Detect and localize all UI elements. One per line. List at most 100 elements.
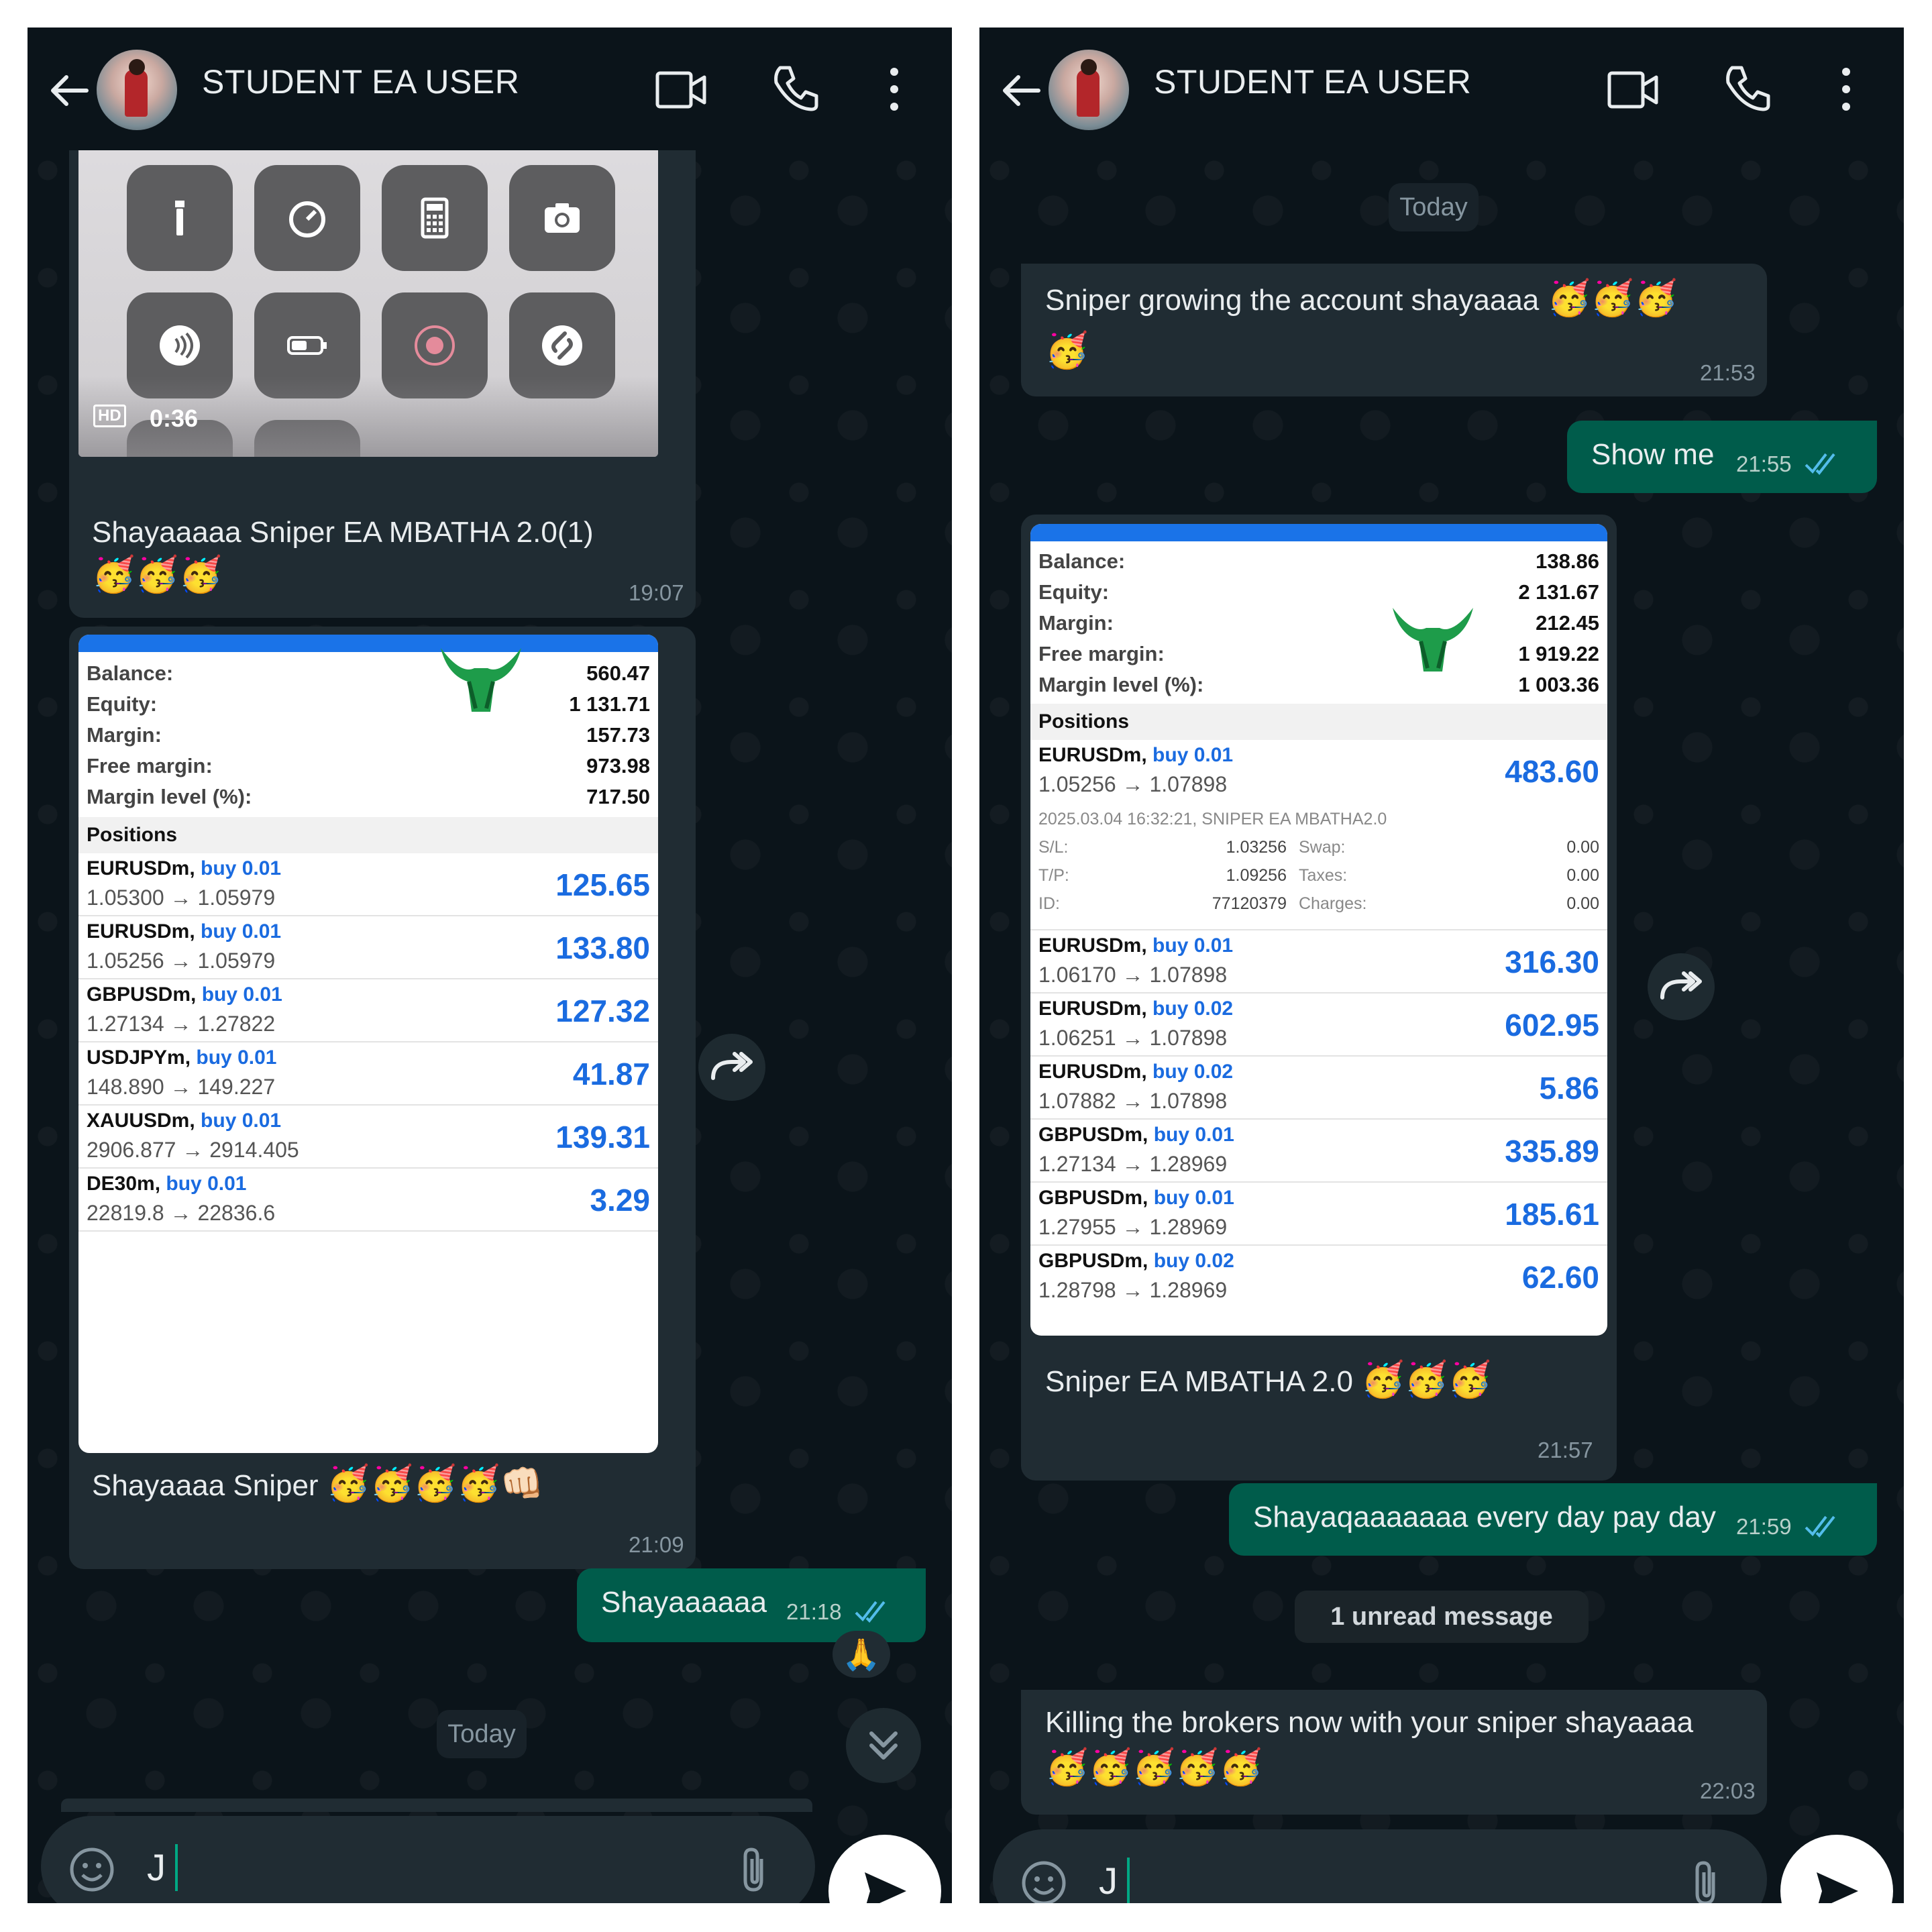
image-message[interactable]: Balance: 138.86 Equity: 2 131.67 Margin:… [1021,515,1617,1481]
avatar[interactable] [1049,50,1129,130]
date-chip: Today [1389,183,1479,231]
position-row-expanded: EURUSDm, buy 0.01 1.05256 → 1.07898 483.… [1030,740,1607,930]
more-options-icon[interactable] [1838,62,1854,116]
balance-value: 138.86 [1536,549,1599,573]
back-arrow-icon[interactable] [46,68,92,113]
position-open-info: 2025.03.04 16:32:21, SNIPER EA MBATHA2.0 [1038,810,1387,828]
position-profit: 335.89 [1505,1134,1599,1169]
message-input[interactable]: J [1099,1859,1118,1902]
message-text: Shayaqaaaaaaa every day pay day [1253,1501,1716,1534]
chat-header: STUDENT EA USER [979,28,1904,150]
position-profit: 41.87 [572,1057,650,1091]
position-row: GBPUSDm, buy 0.01 1.27134 → 1.27822 127.… [78,979,658,1042]
voice-call-icon[interactable] [769,62,822,115]
position-symbol: DE30m, [87,1173,161,1195]
incoming-message[interactable]: Killing the brokers now with your sniper… [1021,1690,1767,1815]
position-profit: 316.30 [1505,945,1599,979]
position-row: GBPUSDm, buy 0.01 1.27134 → 1.28969 335.… [1030,1120,1607,1183]
position-symbol: EURUSDm, [1038,744,1147,766]
message-emojis: 🥳🥳🥳🥳👊🏻 [326,1464,544,1503]
position-symbol: GBPUSDm, [1038,1124,1148,1146]
position-prices: 2906.877 → 2914.405 [87,1138,299,1162]
forward-icon [711,1052,753,1080]
position-prices: 1.27134 → 1.27822 [87,1012,276,1036]
position-row: EURUSDm, buy 0.01 1.06170 → 1.07898 316.… [1030,930,1607,994]
position-prices: 148.890 → 149.227 [87,1075,276,1099]
positions-header: Positions [78,817,658,853]
taxes-label: Taxes: [1299,866,1348,885]
avatar[interactable] [97,50,177,130]
more-options-icon[interactable] [886,62,902,116]
contact-name[interactable]: STUDENT EA USER [202,62,519,101]
position-side: buy 0.01 [201,920,282,943]
message-emojis: 🥳🥳🥳 [1547,279,1678,318]
sticker-icon[interactable] [1020,1859,1068,1903]
message-emojis: 🥳🥳🥳🥳🥳 [1045,1748,1263,1787]
video-thumbnail[interactable]: HD 0:36 [78,135,658,457]
outgoing-message[interactable]: Show me 21:55 [1567,421,1877,493]
message-time: 21:09 [629,1532,684,1557]
position-symbol: EURUSDm, [1038,998,1147,1020]
forward-button[interactable] [1648,953,1715,1020]
position-profit: 3.29 [590,1183,650,1218]
unread-messages-banner: 1 unread message [1295,1591,1589,1643]
trading-screenshot[interactable]: Balance: 560.47 Equity: 1 131.71 Margin:… [78,635,658,1453]
balance-label: Balance: [1038,549,1126,573]
image-message[interactable]: Balance: 560.47 Equity: 1 131.71 Margin:… [69,627,696,1569]
message-time: 21:59 [1736,1514,1792,1539]
position-symbol: USDJPYm, [87,1046,191,1069]
position-row: EURUSDm, buy 0.01 1.05256 → 1.05979 133.… [78,916,658,979]
forward-icon [1660,971,1702,1000]
contact-name[interactable]: STUDENT EA USER [1154,62,1471,101]
position-symbol: EURUSDm, [1038,934,1147,957]
position-symbol: EURUSDm, [1038,1061,1147,1083]
margin-label: Margin: [1038,611,1114,635]
positions-header: Positions [1030,704,1607,740]
position-side: buy 0.02 [1153,1250,1234,1272]
position-side: buy 0.01 [1152,744,1234,766]
position-prices: 1.27134 → 1.28969 [1038,1152,1228,1176]
back-arrow-icon[interactable] [998,68,1044,113]
taxes-value: 0.00 [1566,866,1599,885]
position-prices: 1.06170 → 1.07898 [1038,963,1228,987]
margin-value: 212.45 [1536,611,1599,635]
message-text: Killing the brokers now with your sniper… [1045,1706,1694,1739]
message-input-bar[interactable]: J [41,1816,815,1903]
free-margin-value: 973.98 [586,754,650,777]
message-text: Sniper growing the account shayaaaa [1045,284,1540,317]
sticker-icon[interactable] [68,1845,116,1894]
position-prices: 22819.8 → 22836.6 [87,1201,276,1225]
outgoing-message[interactable]: Shayaqaaaaaaa every day pay day 21:59 [1229,1483,1877,1556]
video-message[interactable]: HD 0:36 Shayaaaaa Sniper EA MBATHA 2.0(1… [69,135,696,618]
position-side: buy 0.01 [1153,1187,1234,1209]
read-ticks-icon [1805,453,1835,476]
message-input[interactable]: J [147,1845,166,1889]
trading-screenshot[interactable]: Balance: 138.86 Equity: 2 131.67 Margin:… [1030,524,1607,1336]
incoming-message[interactable]: Sniper growing the account shayaaaa 🥳🥳🥳 … [1021,264,1767,396]
charges-label: Charges: [1299,894,1367,913]
message-text: Show me [1591,438,1715,471]
equity-value: 1 131.71 [569,692,650,716]
margin-level-value: 1 003.36 [1518,673,1599,696]
attach-icon[interactable] [735,1843,775,1896]
free-margin-value: 1 919.22 [1518,642,1599,665]
message-emojis: 🥳🥳🥳 [1361,1360,1492,1399]
message-reaction[interactable]: 🙏 [833,1631,890,1678]
voice-call-icon[interactable] [1721,62,1774,115]
position-symbol: GBPUSDm, [1038,1187,1148,1209]
message-time: 19:07 [629,580,684,605]
scroll-down-button[interactable] [846,1708,921,1783]
message-time: 21:57 [1538,1438,1593,1462]
margin-level-label: Margin level (%): [87,785,252,808]
position-side: buy 0.01 [201,857,282,879]
screenshot-header-bar [78,635,658,652]
message-input-bar[interactable]: J [993,1829,1767,1903]
forward-button[interactable] [698,1034,765,1101]
video-call-icon[interactable] [1607,69,1659,111]
position-prices: 1.05256 → 1.07898 [1038,772,1228,796]
video-call-icon[interactable] [655,69,707,111]
position-symbol: EURUSDm, [87,857,195,879]
tp-value: 1.09256 [1226,866,1287,885]
position-side: buy 0.01 [1153,1124,1234,1146]
attach-icon[interactable] [1686,1856,1727,1903]
